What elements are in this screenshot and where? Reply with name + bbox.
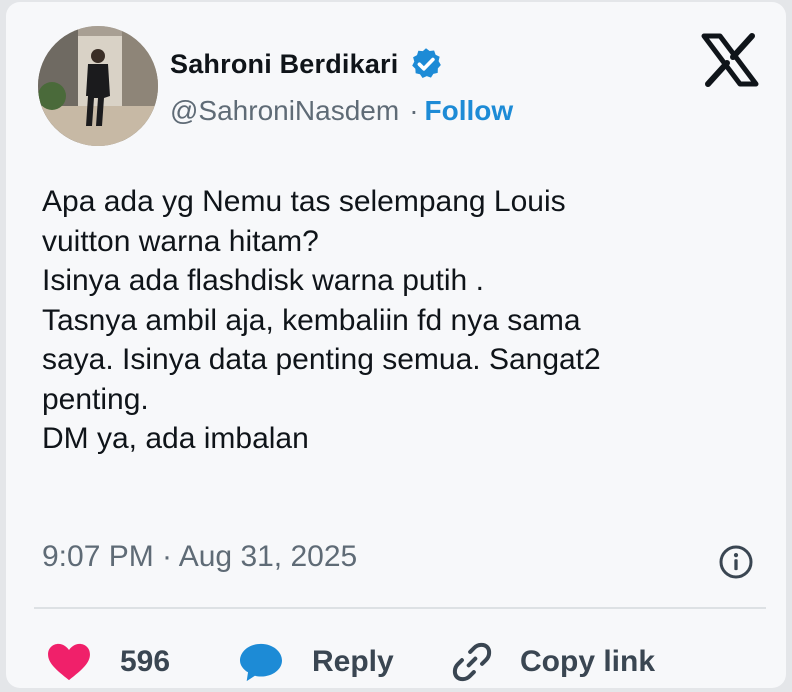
tweet-line: DM ya, ada imbalan [42, 422, 309, 455]
author-name[interactable]: Sahroni Berdikari [170, 49, 398, 80]
avatar-photo [38, 26, 158, 146]
author-handle[interactable]: @SahroniNasdem [170, 95, 399, 127]
author-handle-row: @SahroniNasdem · Follow [170, 95, 513, 127]
like-button[interactable]: 596 [46, 636, 170, 688]
x-logo-icon[interactable] [700, 32, 760, 88]
verified-badge-icon [412, 48, 442, 78]
heart-icon [48, 643, 90, 681]
avatar[interactable] [38, 26, 158, 146]
tweet-line: Isinya ada flashdisk warna putih . [42, 264, 484, 297]
reply-label: Reply [312, 645, 394, 678]
divider [34, 607, 766, 609]
tweet-line: vuitton warna hitam? [42, 224, 319, 258]
action-bar: 596 Reply Copy link [46, 636, 746, 688]
tweet-text: Apa ada yg Nemu tas selempang Louis vuit… [42, 182, 762, 459]
copy-link-label: Copy link [520, 645, 656, 678]
tweet-card: Sahroni Berdikari @SahroniNasdem · Follo… [6, 2, 786, 688]
link-icon [452, 642, 492, 682]
copy-link-button[interactable]: Copy link [450, 636, 655, 688]
info-icon[interactable] [718, 544, 754, 580]
tweet-line: Tasnya ambil aja, kembaliin fd nya sama [42, 303, 581, 337]
tweet-line: saya. Isinya data penting semua. Sangat2 [42, 343, 601, 376]
reply-bubble-icon [240, 643, 282, 682]
author-name-row: Sahroni Berdikari [170, 46, 444, 82]
follow-button[interactable]: Follow [425, 95, 514, 127]
like-count: 596 [120, 645, 171, 678]
reply-button[interactable]: Reply [238, 636, 394, 688]
separator-dot: · [409, 95, 419, 126]
tweet-line: penting. [42, 382, 149, 416]
tweet-timestamp[interactable]: 9:07 PM · Aug 31, 2025 [42, 540, 357, 574]
tweet-line: Apa ada yg Nemu tas selempang Louis [42, 185, 566, 218]
